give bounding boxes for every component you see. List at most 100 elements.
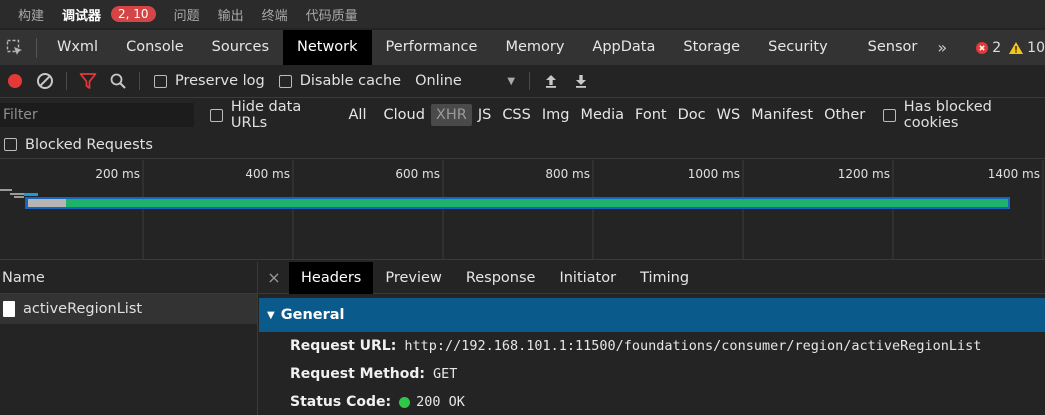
request-row[interactable]: activeRegionList	[0, 294, 257, 324]
general-section-title: General	[280, 307, 345, 323]
more-tabs-button[interactable]: »	[931, 38, 953, 57]
throttling-select[interactable]: Online ▼	[415, 73, 515, 89]
tab-memory[interactable]: Memory	[491, 30, 578, 65]
search-icon[interactable]	[103, 65, 133, 98]
checkbox-box[interactable]	[4, 138, 17, 151]
tab-output[interactable]: 输出	[218, 5, 244, 24]
tab-network[interactable]: Network	[283, 30, 372, 65]
divider	[66, 72, 67, 90]
type-filter-all[interactable]: All	[344, 104, 372, 126]
clear-icon[interactable]	[30, 65, 60, 98]
request-url-row: Request URL: http://192.168.101.1:11500/…	[259, 332, 1045, 360]
type-filter-xhr[interactable]: XHR	[430, 104, 472, 126]
type-filter-ws[interactable]: WS	[712, 104, 746, 126]
has-blocked-cookies-checkbox[interactable]: Has blocked cookies	[883, 99, 1045, 131]
blocked-requests-checkbox[interactable]: Blocked Requests	[0, 131, 1045, 159]
filter-input[interactable]: Filter	[0, 103, 195, 127]
disable-cache-label: Disable cache	[299, 73, 402, 89]
tab-debugger[interactable]: 调试器	[62, 5, 101, 24]
tick-1200ms: 1200 ms	[838, 167, 890, 181]
tab-terminal[interactable]: 终端	[262, 5, 288, 24]
chevron-down-icon: ▼	[267, 309, 275, 321]
preserve-log-checkbox[interactable]: Preserve log	[154, 73, 265, 89]
request-details: × Headers Preview Response Initiator Tim…	[259, 261, 1045, 415]
request-url-key: Request URL:	[290, 338, 397, 354]
tab-preview[interactable]: Preview	[373, 262, 453, 294]
devtools-tabbar: Wxml Console Sources Network Performance…	[0, 30, 1045, 65]
type-filter-manifest[interactable]: Manifest	[746, 104, 818, 126]
tab-security[interactable]: Security	[754, 30, 842, 65]
debugger-count-badge: 2, 10	[111, 6, 156, 22]
status-code-value: 200 OK	[416, 394, 465, 410]
divider	[529, 72, 531, 90]
tab-sensor[interactable]: Sensor	[842, 30, 932, 65]
filter-bar: Filter Hide data URLs All Cloud XHR JS C…	[0, 99, 1045, 131]
checkbox-box[interactable]	[210, 108, 223, 122]
hide-data-urls-checkbox[interactable]: Hide data URLs	[210, 99, 337, 131]
resource-type-filters: All Cloud XHR JS CSS Img Media Font Doc …	[344, 104, 872, 126]
preserve-log-label: Preserve log	[175, 73, 265, 89]
request-url-value: http://192.168.101.1:11500/foundations/c…	[404, 338, 982, 354]
element-picker-icon[interactable]	[0, 30, 30, 65]
status-code-key: Status Code:	[290, 394, 392, 410]
type-filter-other[interactable]: Other	[819, 104, 870, 126]
type-filter-js[interactable]: JS	[473, 104, 496, 126]
tab-console[interactable]: Console	[112, 30, 198, 65]
disable-cache-checkbox[interactable]: Disable cache	[278, 73, 402, 89]
type-filter-font[interactable]: Font	[630, 104, 672, 126]
checkbox-box[interactable]	[883, 108, 896, 122]
tab-storage[interactable]: Storage	[669, 30, 754, 65]
tab-response[interactable]: Response	[454, 262, 548, 294]
download-icon[interactable]	[566, 65, 596, 98]
type-filter-doc[interactable]: Doc	[673, 104, 711, 126]
type-filter-cloud[interactable]: Cloud	[378, 104, 429, 126]
warning-icon	[1009, 41, 1024, 54]
tab-headers[interactable]: Headers	[289, 261, 374, 294]
error-icon	[976, 41, 989, 54]
record-icon[interactable]	[0, 65, 30, 98]
filter-icon[interactable]	[73, 65, 103, 98]
tab-wxml[interactable]: Wxml	[43, 30, 112, 65]
tab-timing[interactable]: Timing	[628, 262, 701, 294]
type-filter-css[interactable]: CSS	[497, 104, 536, 126]
tab-problems[interactable]: 问题	[174, 5, 200, 24]
timeline-request-bar	[28, 199, 1008, 207]
name-column-header[interactable]: Name	[0, 262, 257, 294]
timeline-request-waiting	[28, 199, 66, 207]
checkbox-box[interactable]	[154, 74, 167, 88]
tab-build[interactable]: 构建	[18, 5, 44, 24]
tab-code-quality[interactable]: 代码质量	[306, 5, 358, 24]
blocked-requests-label: Blocked Requests	[25, 136, 153, 153]
request-name: activeRegionList	[23, 301, 143, 317]
tab-sources[interactable]: Sources	[198, 30, 283, 65]
issue-counts[interactable]: 2 10	[976, 40, 1045, 56]
details-tabbar: × Headers Preview Response Initiator Tim…	[259, 261, 1045, 294]
tab-initiator[interactable]: Initiator	[547, 262, 628, 294]
status-ok-icon	[399, 396, 411, 408]
warning-count: 10	[1027, 39, 1045, 56]
file-icon	[3, 301, 15, 317]
request-method-key: Request Method:	[290, 366, 425, 382]
close-icon[interactable]: ×	[259, 268, 289, 287]
network-toolbar: Preserve log Disable cache Online ▼	[0, 65, 1045, 98]
status-code-row: Status Code: 200 OK	[259, 388, 1045, 415]
error-count: 2	[992, 39, 1002, 56]
tick-1000ms: 1000 ms	[688, 167, 740, 181]
upload-icon[interactable]	[536, 65, 566, 98]
timeline-overview[interactable]: 200 ms 400 ms 600 ms 800 ms 1000 ms 1200…	[0, 160, 1045, 260]
top-panel-tabs: 构建 调试器 2, 10 问题 输出 终端 代码质量	[0, 0, 1045, 28]
timeline-graph: 200 ms 400 ms 600 ms 800 ms 1000 ms 1200…	[0, 160, 1044, 260]
tab-performance[interactable]: Performance	[372, 30, 492, 65]
tick-1400ms: 1400 ms	[988, 167, 1040, 181]
hide-data-urls-label: Hide data URLs	[230, 99, 302, 131]
type-filter-media[interactable]: Media	[575, 104, 629, 126]
tab-appdata[interactable]: AppData	[578, 30, 669, 65]
request-list: Name activeRegionList	[0, 262, 258, 415]
timeline-small-bar	[24, 193, 38, 196]
tick-400ms: 400 ms	[245, 167, 290, 181]
checkbox-box[interactable]	[278, 74, 292, 88]
request-method-row: Request Method: GET	[259, 360, 1045, 388]
type-filter-img[interactable]: Img	[537, 104, 575, 126]
request-method-value: GET	[432, 366, 458, 382]
general-section-header[interactable]: ▼ General	[259, 298, 1045, 332]
